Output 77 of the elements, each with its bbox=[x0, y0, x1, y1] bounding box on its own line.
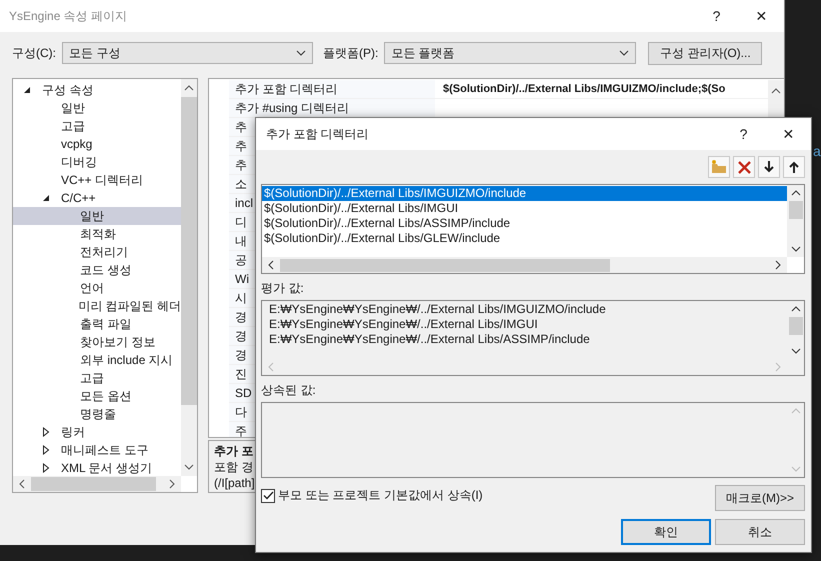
tree-item[interactable]: 최적화 bbox=[13, 225, 181, 243]
tree-item[interactable]: C/C++ bbox=[13, 189, 181, 207]
tree-item[interactable]: 언어 bbox=[13, 279, 181, 297]
config-label: 구성(C): bbox=[12, 44, 56, 62]
tree-item[interactable]: 전처리기 bbox=[13, 243, 181, 261]
scroll-down-icon[interactable] bbox=[790, 348, 800, 354]
directory-item[interactable]: $(SolutionDir)/../External Libs/GLEW/include bbox=[262, 231, 787, 246]
tree-item[interactable]: 미리 컴파일된 헤더 bbox=[13, 297, 181, 315]
checkmark-icon[interactable] bbox=[262, 491, 274, 500]
scroll-up-icon[interactable] bbox=[790, 190, 800, 196]
editor-text: a bbox=[813, 143, 821, 159]
expanded-arrow-icon[interactable] bbox=[42, 194, 50, 202]
close-button[interactable]: ✕ bbox=[739, 8, 784, 24]
tree-item[interactable]: 출력 파일 bbox=[13, 315, 181, 333]
property-value[interactable]: $(SolutionDir)/../External Libs/IMGUIZMO/include;$(So bbox=[443, 80, 726, 98]
chevron-down-icon bbox=[619, 50, 630, 56]
configuration-manager-button[interactable]: 구성 관리자(O)... bbox=[648, 42, 762, 64]
scroll-up-icon[interactable] bbox=[184, 85, 194, 91]
scroll-left-icon[interactable] bbox=[268, 260, 274, 270]
tree-item[interactable]: 외부 include 지시 bbox=[13, 351, 181, 369]
description-title: 추가 포 bbox=[214, 443, 254, 459]
evaluated-path: E:₩YsEngine₩YsEngine₩/../External Libs/IMGUI bbox=[268, 317, 539, 332]
scroll-right-icon[interactable] bbox=[775, 260, 781, 270]
tree-item[interactable]: VC++ 디렉터리 bbox=[13, 171, 181, 189]
tree-item[interactable]: 구성 속성 bbox=[13, 81, 181, 99]
property-name[interactable]: 추가 포함 디렉터리 bbox=[229, 80, 435, 98]
scroll-up-icon[interactable] bbox=[790, 306, 800, 312]
dialog-title: 추가 포함 디렉터리 bbox=[266, 126, 370, 142]
tree-item[interactable]: 링커 bbox=[13, 423, 181, 441]
tree-item[interactable]: 모든 옵션 bbox=[13, 387, 181, 405]
scroll-down-icon[interactable] bbox=[790, 246, 800, 252]
platform-dropdown[interactable]: 모든 플랫폼 bbox=[384, 42, 636, 64]
directory-item[interactable]: $(SolutionDir)/../External Libs/IMGUI bbox=[262, 201, 787, 216]
evaluated-label: 평가 값: bbox=[261, 280, 305, 297]
inherit-checkbox[interactable]: 부모 또는 프로젝트 기본값에서 상속(I) bbox=[261, 487, 483, 504]
expanded-arrow-icon[interactable] bbox=[23, 86, 31, 94]
tree-item[interactable]: 고급 bbox=[13, 369, 181, 387]
tree-item[interactable]: 일반 bbox=[13, 99, 181, 117]
scroll-thumb[interactable] bbox=[181, 97, 197, 405]
delete-icon[interactable] bbox=[738, 160, 750, 174]
property-name[interactable]: 추가 #using 디렉터리 bbox=[229, 99, 435, 117]
scroll-right-icon[interactable] bbox=[169, 479, 175, 489]
arrow-down-icon[interactable] bbox=[764, 161, 774, 173]
tree-item[interactable]: 찾아보기 정보 bbox=[13, 333, 181, 351]
scroll-thumb[interactable] bbox=[788, 201, 802, 219]
close-button[interactable]: ✕ bbox=[766, 126, 811, 142]
window-title: YsEngine 속성 페이지 bbox=[9, 8, 128, 24]
help-button[interactable]: ? bbox=[694, 8, 739, 24]
macros-button[interactable]: 매크로(M)>> bbox=[715, 485, 805, 511]
scroll-down-icon[interactable] bbox=[184, 464, 194, 470]
tree-item[interactable]: 명령줄 bbox=[13, 405, 181, 423]
inherited-label: 상속된 값: bbox=[261, 382, 317, 399]
tree-item[interactable]: 디버깅 bbox=[13, 153, 181, 171]
tree-item[interactable]: 고급 bbox=[13, 117, 181, 135]
tree-item[interactable]: 매니페스트 도구 bbox=[13, 441, 181, 459]
tree-item[interactable]: vcpkg bbox=[13, 135, 181, 153]
evaluated-path: E:₩YsEngine₩YsEngine₩/../External Libs/IMGUIZMO/include bbox=[268, 302, 607, 317]
tree-item[interactable]: 일반 bbox=[13, 207, 181, 225]
platform-label: 플랫폼(P): bbox=[323, 44, 378, 62]
tree-item[interactable]: XML 문서 생성기 bbox=[13, 459, 181, 476]
config-dropdown[interactable]: 모든 구성 bbox=[62, 42, 313, 64]
scroll-thumb[interactable] bbox=[788, 317, 802, 335]
evaluated-path: E:₩YsEngine₩YsEngine₩/../External Libs/ASSIMP/include bbox=[268, 332, 591, 347]
cancel-button[interactable]: 취소 bbox=[715, 519, 805, 545]
directory-item[interactable]: $(SolutionDir)/../External Libs/ASSIMP/include bbox=[262, 216, 787, 231]
description-text: 포함 경 bbox=[214, 459, 254, 475]
ok-button[interactable]: 확인 bbox=[621, 519, 711, 545]
scroll-up-icon[interactable] bbox=[771, 88, 781, 94]
scroll-left-icon[interactable] bbox=[19, 479, 25, 489]
description-text: (/I[path] bbox=[214, 475, 256, 491]
tree-item[interactable]: 코드 생성 bbox=[13, 261, 181, 279]
directory-item[interactable]: $(SolutionDir)/../External Libs/IMGUIZMO/include bbox=[262, 186, 787, 201]
scroll-thumb[interactable] bbox=[280, 258, 610, 272]
arrow-up-icon[interactable] bbox=[789, 161, 799, 173]
help-button[interactable]: ? bbox=[721, 126, 766, 142]
scroll-thumb[interactable] bbox=[31, 477, 156, 491]
chevron-down-icon bbox=[296, 50, 306, 56]
